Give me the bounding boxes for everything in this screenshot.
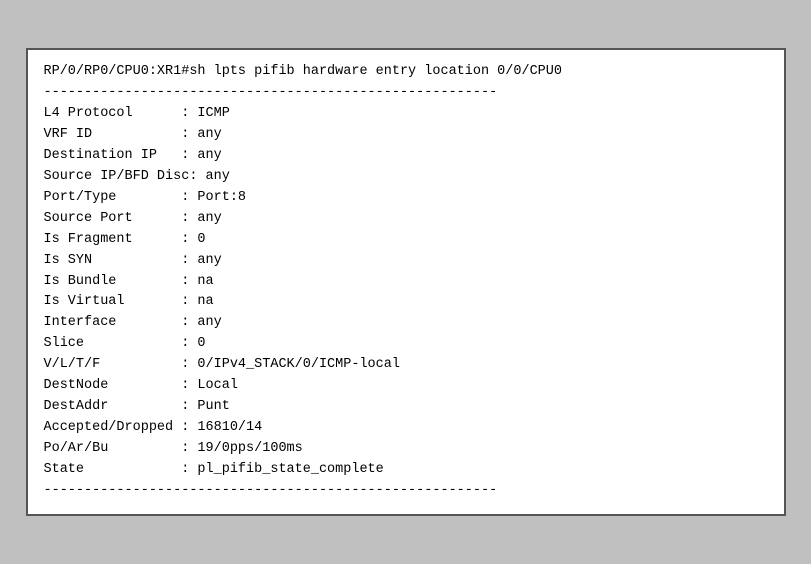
field-row: Po/Ar/Bu : 19/0pps/100ms	[44, 439, 768, 460]
field-row: DestNode : Local	[44, 376, 768, 397]
field-row: Source Port : any	[44, 209, 768, 230]
field-row: Is Fragment : 0	[44, 230, 768, 251]
field-row: VRF ID : any	[44, 125, 768, 146]
divider-bottom: ----------------------------------------…	[44, 481, 768, 502]
field-row: Port/Type : Port:8	[44, 188, 768, 209]
field-row: Slice : 0	[44, 334, 768, 355]
divider-top: ----------------------------------------…	[44, 83, 768, 104]
fields-container: L4 Protocol : ICMPVRF ID : anyDestinatio…	[44, 104, 768, 481]
field-row: Source IP/BFD Disc: any	[44, 167, 768, 188]
terminal-window: RP/0/RP0/CPU0:XR1#sh lpts pifib hardware…	[26, 48, 786, 515]
field-row: Accepted/Dropped : 16810/14	[44, 418, 768, 439]
field-row: V/L/T/F : 0/IPv4_STACK/0/ICMP-local	[44, 355, 768, 376]
field-row: Is Bundle : na	[44, 272, 768, 293]
field-row: L4 Protocol : ICMP	[44, 104, 768, 125]
field-row: Is SYN : any	[44, 251, 768, 272]
field-row: Is Virtual : na	[44, 292, 768, 313]
command-line: RP/0/RP0/CPU0:XR1#sh lpts pifib hardware…	[44, 62, 768, 83]
field-row: State : pl_pifib_state_complete	[44, 460, 768, 481]
field-row: DestAddr : Punt	[44, 397, 768, 418]
field-row: Interface : any	[44, 313, 768, 334]
field-row: Destination IP : any	[44, 146, 768, 167]
